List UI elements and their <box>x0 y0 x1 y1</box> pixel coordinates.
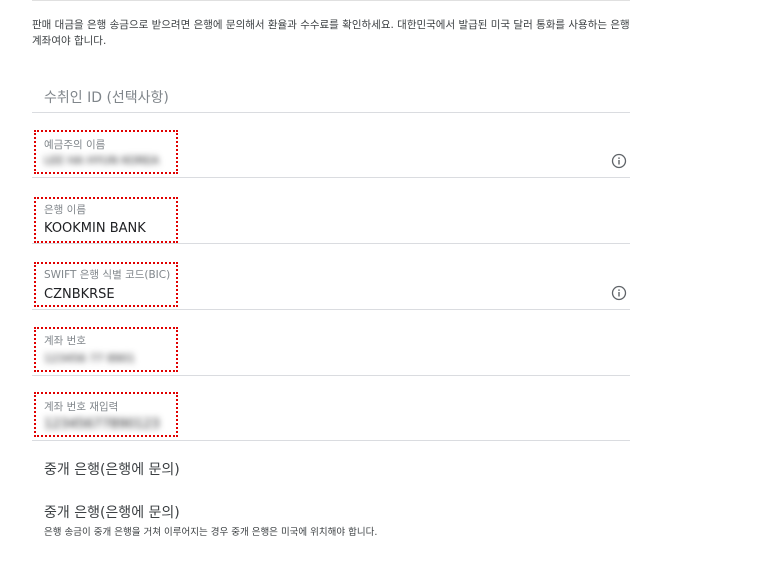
info-icon[interactable] <box>611 285 627 301</box>
recipient-id-field[interactable]: 수취인 ID (선택사항) <box>32 78 630 113</box>
account-holder-value: LEE HA HYUN KOREA <box>44 154 159 167</box>
account-number-confirm-value: 12345677890123 <box>44 417 160 432</box>
account-number-value: 123456 77 8901 <box>44 352 135 365</box>
top-divider <box>32 0 630 1</box>
intro-text: 판매 대금을 은행 송금으로 받으려면 은행에 문의해서 환율과 수수료를 확인… <box>32 19 630 47</box>
intermediary-bank-description: 은행 송금이 중개 은행을 거쳐 이루어지는 경우 중개 은행은 미국에 위치해… <box>44 527 378 538</box>
account-holder-label: 예금주의 이름 <box>44 139 106 151</box>
intermediary-bank-title: 중개 은행(은행에 문의) <box>44 505 180 521</box>
account-number-field[interactable]: 계좌 번호 123456 77 8901 <box>32 328 630 376</box>
bank-name-label: 은행 이름 <box>44 204 86 216</box>
bank-name-value: KOOKMIN BANK <box>44 221 146 236</box>
account-number-label: 계좌 번호 <box>44 335 86 347</box>
recipient-id-placeholder: 수취인 ID (선택사항) <box>44 90 169 106</box>
account-number-confirm-field[interactable]: 계좌 번호 재입력 12345677890123 <box>32 392 630 441</box>
swift-code-label: SWIFT 은행 식별 코드(BIC) <box>44 269 171 281</box>
account-number-confirm-label: 계좌 번호 재입력 <box>44 401 119 413</box>
swift-code-field[interactable]: SWIFT 은행 식별 코드(BIC) CZNBKRSE <box>32 263 630 310</box>
swift-code-value: CZNBKRSE <box>44 287 115 302</box>
bank-name-field[interactable]: 은행 이름 KOOKMIN BANK <box>32 197 630 244</box>
account-holder-field[interactable]: 예금주의 이름 LEE HA HYUN KOREA <box>32 131 630 178</box>
intermediary-bank-button[interactable]: 중개 은행(은행에 문의) <box>44 459 180 479</box>
info-icon[interactable] <box>611 153 627 169</box>
